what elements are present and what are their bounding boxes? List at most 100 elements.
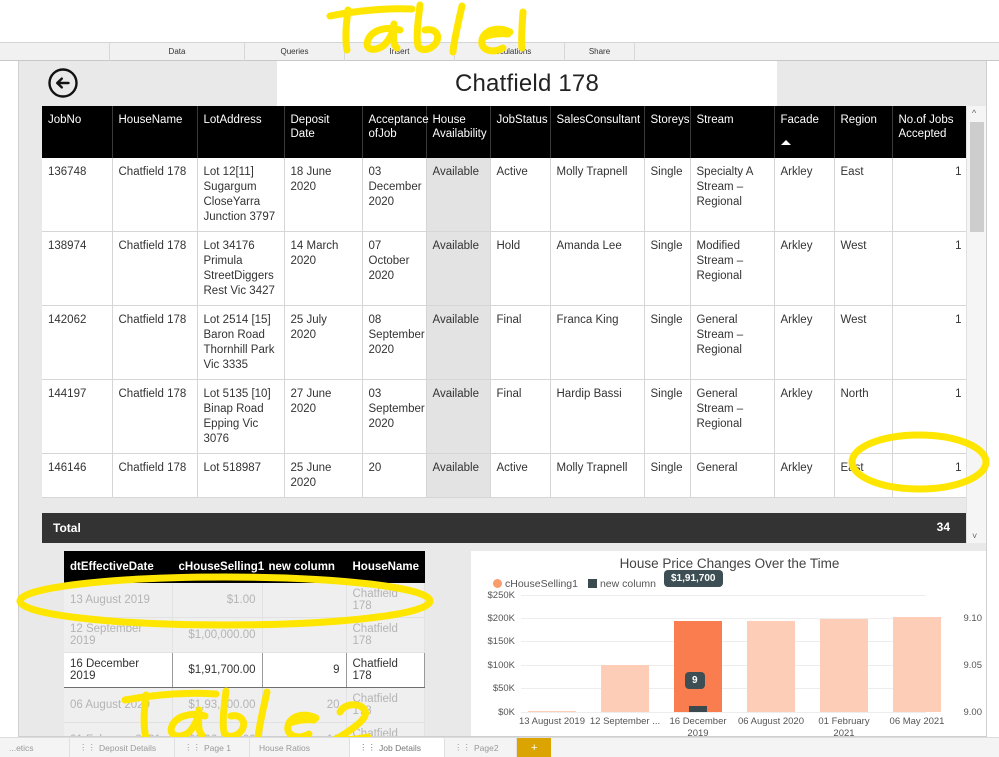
cell-deposit-date: 25 June 2020: [284, 453, 363, 498]
ytick-right-1: 9.05: [963, 660, 983, 671]
list-item[interactable]: 12 September 2019 $1,00,000.00 Chatfield…: [64, 617, 425, 653]
back-arrow-icon[interactable]: [47, 67, 79, 99]
page-title-card: Chatfield 178: [277, 61, 777, 106]
report-header: Chatfield 178: [19, 61, 986, 106]
table-row[interactable]: 144197 Chatfield 178 Lot 5135 [10] Binap…: [42, 379, 969, 454]
bar-chouseselling1-5[interactable]: [893, 617, 941, 712]
cell-availability: Available: [426, 158, 491, 232]
jobs-table-container[interactable]: JobNo HouseName LotAddress Deposit Date …: [42, 106, 986, 498]
col-jobstatus[interactable]: JobStatus: [490, 106, 551, 158]
page-tab-label: House Ratios: [259, 742, 311, 753]
xtick-5: 06 May 2021: [889, 716, 945, 727]
col-housename[interactable]: HouseName: [112, 106, 198, 158]
page-tab-page-1[interactable]: ⋮⋮ Page 1: [175, 738, 250, 757]
col-facade[interactable]: Facade: [774, 106, 835, 158]
col-housename2[interactable]: HouseName: [346, 551, 425, 583]
jobs-table-scrollbar[interactable]: ^ ˅: [966, 106, 986, 543]
col-chouseselling1[interactable]: cHouseSelling1: [172, 551, 264, 583]
ribbon-tab-data[interactable]: Data: [110, 42, 245, 61]
grip-icon: ⋮⋮: [454, 742, 471, 752]
scroll-down-icon[interactable]: ˅: [972, 531, 977, 541]
bar-new-column-2[interactable]: [689, 706, 707, 712]
bar-chouseselling1-4[interactable]: [820, 619, 868, 712]
col-dteffectivedate[interactable]: dtEffectiveDate: [64, 551, 173, 583]
chart-legend: cHouseSelling1 new column: [471, 571, 986, 590]
cell-facade: Arkley: [774, 231, 835, 306]
list-item[interactable]: 13 August 2019 $1.00 Chatfield 178: [64, 583, 425, 618]
table-row[interactable]: 138974 Chatfield 178 Lot 34176 Primula S…: [42, 231, 969, 306]
col-salesconsultant[interactable]: SalesConsultant: [550, 106, 645, 158]
list-item[interactable]: 06 August 2020 $1,93,300.00 20 Chatfield…: [64, 687, 425, 723]
total-label: Total: [53, 521, 81, 535]
bar-chouseselling1-3[interactable]: [747, 621, 795, 712]
ribbon-tab-share[interactable]: Share: [565, 42, 635, 61]
page-tab-label: Job Details: [379, 742, 422, 753]
col-no-of-jobs-accepted[interactable]: No.of Jobs Accepted: [892, 106, 969, 158]
page-tab-page2[interactable]: ⋮⋮ Page2: [445, 738, 517, 757]
price-history-table: dtEffectiveDate cHouseSelling1 new colum…: [64, 551, 425, 736]
legend-item-new-column[interactable]: new column: [587, 578, 656, 590]
cell-region: West: [834, 231, 893, 306]
cell-jobno: 144197: [42, 379, 113, 454]
cell-date: 01 February 2021: [64, 722, 173, 736]
cell-storeys: Single: [644, 305, 691, 380]
legend-dot-icon: [493, 579, 502, 588]
page-tab-0[interactable]: ...etics: [0, 738, 70, 757]
ribbon-tab-blank[interactable]: [0, 42, 110, 61]
cell-acceptance: 20: [362, 453, 427, 498]
grip-icon: ⋮⋮: [184, 742, 201, 752]
page-tab-house-ratios[interactable]: House Ratios: [250, 738, 350, 757]
cell-region: East: [834, 453, 893, 498]
col-region[interactable]: Region: [834, 106, 893, 158]
add-page-button[interactable]: +: [517, 738, 552, 757]
table-row[interactable]: 136748 Chatfield 178 Lot 12[11] Sugargum…: [42, 158, 969, 232]
legend-item-chouseselling1[interactable]: cHouseSelling1: [493, 578, 578, 590]
cell-jobs-accepted: 1: [892, 453, 969, 498]
scroll-up-icon[interactable]: ^: [972, 108, 976, 118]
price-chart-container[interactable]: House Price Changes Over the Time cHouse…: [471, 551, 986, 736]
cell-house: Chatfield 178: [346, 617, 425, 653]
col-facade-label: Facade: [780, 114, 819, 126]
cell-jobno: 142062: [42, 305, 113, 380]
bar-chouseselling1-1[interactable]: [601, 665, 649, 712]
col-storeys[interactable]: Storeys: [644, 106, 691, 158]
page-tab-job-details[interactable]: ⋮⋮ Job Details: [350, 738, 445, 757]
scrollbar-thumb[interactable]: [970, 122, 984, 232]
cell-facade: Arkley: [774, 158, 835, 232]
ribbon-tab-queries[interactable]: Queries: [245, 42, 345, 61]
page-tab-label: Deposit Details: [99, 742, 157, 753]
col-lotaddress[interactable]: LotAddress: [197, 106, 285, 158]
bar-chouseselling1-0[interactable]: [528, 711, 576, 712]
ytick-left-2: $100K: [487, 660, 515, 671]
col-new-column[interactable]: new column: [262, 551, 347, 583]
xtick-4: 01 February 2021: [818, 716, 870, 737]
xtick-2: 16 December 2019: [669, 716, 727, 737]
list-item[interactable]: 01 February 2021 $1,96,700.00 16 Chatfie…: [64, 722, 425, 736]
cell-lotaddress: Lot 518987: [197, 453, 285, 498]
table-row[interactable]: 146146 Chatfield 178 Lot 518987 25 June …: [42, 453, 969, 498]
col-acceptance-of-job[interactable]: Acceptance ofJob: [362, 106, 429, 158]
cell-house: Chatfield 178: [346, 722, 425, 736]
ribbon-bar: Data Queries Insert Calculations Share: [0, 42, 999, 61]
ribbon-tab-calculations[interactable]: Calculations: [455, 42, 565, 61]
cell-jobstatus: Final: [490, 379, 551, 454]
table-row[interactable]: 142062 Chatfield 178 Lot 2514 [15] Baron…: [42, 305, 969, 380]
cell-availability: Available: [426, 379, 491, 454]
price-history-table-container[interactable]: dtEffectiveDate cHouseSelling1 new colum…: [42, 551, 462, 736]
col-jobno[interactable]: JobNo: [42, 106, 113, 158]
list-item-selected[interactable]: 16 December 2019 $1,91,700.00 9 Chatfiel…: [64, 652, 425, 688]
cell-price: $1,96,700.00: [172, 722, 263, 736]
bar-chouseselling1-2[interactable]: [674, 621, 722, 712]
page-tab-deposit-details[interactable]: ⋮⋮ Deposit Details: [70, 738, 175, 757]
cell-jobstatus: Active: [490, 158, 551, 232]
ribbon-tab-insert[interactable]: Insert: [345, 42, 455, 61]
price-history-header-row: dtEffectiveDate cHouseSelling1 new colum…: [64, 551, 425, 583]
chart-plot-area: $0K $50K $100K $150K $200K $250K 9.00 9.…: [471, 570, 986, 736]
col-house-availability[interactable]: House Availability: [426, 106, 491, 158]
report-canvas: Chatfield 178 JobNo HouseName LotAddress…: [18, 61, 987, 737]
col-stream[interactable]: Stream: [690, 106, 775, 158]
col-deposit-date[interactable]: Deposit Date: [284, 106, 363, 158]
cell-lotaddress: Lot 2514 [15] Baron Road Thornhill Park …: [197, 305, 285, 380]
page-tab-label: Page 1: [204, 742, 231, 753]
cell-facade: Arkley: [774, 379, 835, 454]
